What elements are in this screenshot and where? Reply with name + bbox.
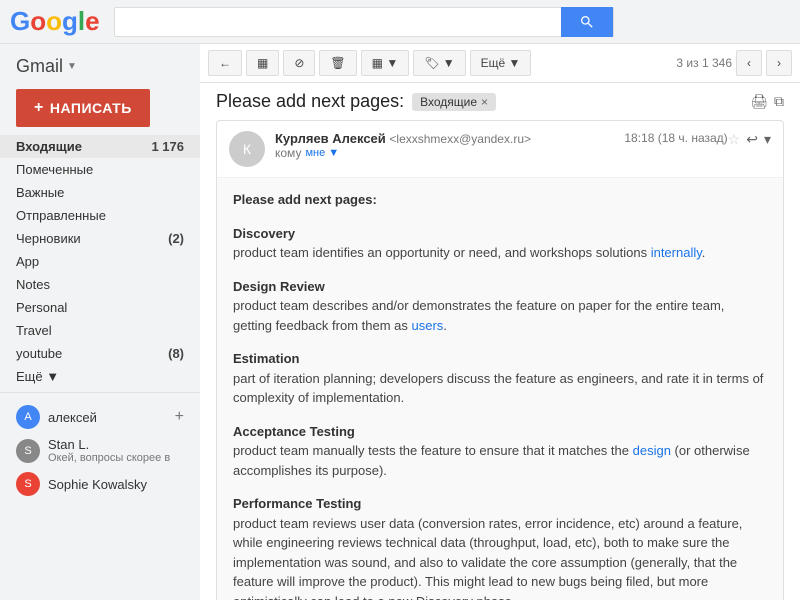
sidebar-item-app[interactable]: App [0,250,200,273]
message-header-icons: 🖨 ⧉ [750,93,784,110]
message-actions: ☆ ↩ ▾ [728,131,771,148]
thread-view: Please add next pages: Входящие × 🖨 ⧉ К … [200,83,800,600]
spam-button[interactable]: ⊘ [283,50,315,76]
move-button[interactable]: ▦ ▼ [361,50,410,76]
body-block-header: Please add next pages: [233,190,767,210]
sidebar: Gmail ▼ + НАПИСАТЬ Входящие 1 176 Помече… [0,44,200,600]
sender-email: <lexxshmexx@yandex.ru> [389,132,531,146]
thread-subject: Please add next pages: [216,91,404,112]
newer-button[interactable]: ‹ [736,50,762,76]
search-icon [579,14,595,30]
message-header: К Курляев Алексей <lexxshmexx@yandex.ru>… [217,121,783,178]
message-container: К Курляев Алексей <lexxshmexx@yandex.ru>… [216,120,784,600]
reply-inline-button[interactable]: ↩ [746,131,758,148]
body-block-performance: Performance Testing product team reviews… [233,494,767,600]
search-bar [114,7,614,37]
message-meta: 18:18 (18 ч. назад) [624,131,727,145]
gmail-dropdown-arrow: ▼ [67,61,77,72]
app-header: Google [0,0,800,44]
google-logo: Google [10,6,100,37]
sender-name: Курляев Алексей [275,131,386,146]
body-block-estimation: Estimation part of iteration planning; d… [233,349,767,408]
back-button[interactable]: ← [208,50,242,76]
more-actions-button[interactable]: ▾ [764,131,771,148]
avatar-sophie: S [16,472,40,496]
body-block-acceptance: Acceptance Testing product team manually… [233,422,767,481]
search-input[interactable] [115,14,561,30]
add-contact-icon[interactable]: + [175,408,184,426]
thread-subject-bar: Please add next pages: Входящие × 🖨 ⧉ [216,91,784,112]
contact-stan[interactable]: S Stan L. Окей, вопросы скорее в [0,433,200,468]
older-button[interactable]: › [766,50,792,76]
sidebar-item-youtube[interactable]: youtube (8) [0,342,200,365]
toolbar: ← ▦ ⊘ 🗑 ▦ ▼ 🏷 ▼ Ещё ▼ 3 из 1 346 ‹ › [200,44,800,83]
body-block-discovery: Discovery product team identifies an opp… [233,224,767,263]
star-icon[interactable]: ☆ [728,131,741,148]
avatar-stan: S [16,439,40,463]
sidebar-item-sent[interactable]: Отправленные [0,204,200,227]
delete-button[interactable]: 🗑 [319,50,356,76]
labels-button[interactable]: 🏷 ▼ [413,50,465,76]
sidebar-item-important[interactable]: Важные [0,181,200,204]
sidebar-item-personal[interactable]: Personal [0,296,200,319]
sidebar-item-inbox[interactable]: Входящие 1 176 [0,135,200,158]
email-area: ← ▦ ⊘ 🗑 ▦ ▼ 🏷 ▼ Ещё ▼ 3 из 1 346 ‹ › Ple… [200,44,800,600]
sidebar-item-more[interactable]: Ещё ▼ [0,365,200,388]
more-button[interactable]: Ещё ▼ [470,50,532,76]
gmail-label[interactable]: Gmail ▼ [0,52,200,81]
sender-info: Курляев Алексей <lexxshmexx@yandex.ru> к… [275,131,624,160]
to-dropdown[interactable]: мне ▼ [305,147,339,159]
print-button[interactable]: 🖨 [750,93,768,110]
email-count: 3 из 1 346 [676,56,732,70]
compose-plus-icon: + [34,99,44,117]
message-body: Please add next pages: Discovery product… [217,178,783,600]
body-block-design: Design Review product team describes and… [233,277,767,336]
internally-link[interactable]: internally [651,245,702,260]
sidebar-item-notes[interactable]: Notes [0,273,200,296]
sidebar-item-drafts[interactable]: Черновики (2) [0,227,200,250]
avatar-aleksei: А [16,405,40,429]
inbox-tag: Входящие × [412,93,496,111]
contact-sophie[interactable]: S Sophie Kowalsky [0,468,200,500]
sender-avatar: К [229,131,265,167]
sidebar-contacts: А алексей + S Stan L. Окей, вопросы скор… [0,392,200,508]
archive-button[interactable]: ▦ [246,50,279,76]
design-link[interactable]: design [633,443,671,458]
popout-button[interactable]: ⧉ [774,93,784,110]
users-link[interactable]: users [411,318,443,333]
main-layout: Gmail ▼ + НАПИСАТЬ Входящие 1 176 Помече… [0,44,800,600]
contact-aleksei[interactable]: А алексей + [0,401,200,433]
compose-button[interactable]: + НАПИСАТЬ [16,89,150,127]
sidebar-item-travel[interactable]: Travel [0,319,200,342]
sidebar-item-starred[interactable]: Помеченные [0,158,200,181]
tag-close-icon[interactable]: × [481,95,488,109]
search-button[interactable] [561,7,613,37]
to-row: кому мне ▼ [275,146,624,160]
